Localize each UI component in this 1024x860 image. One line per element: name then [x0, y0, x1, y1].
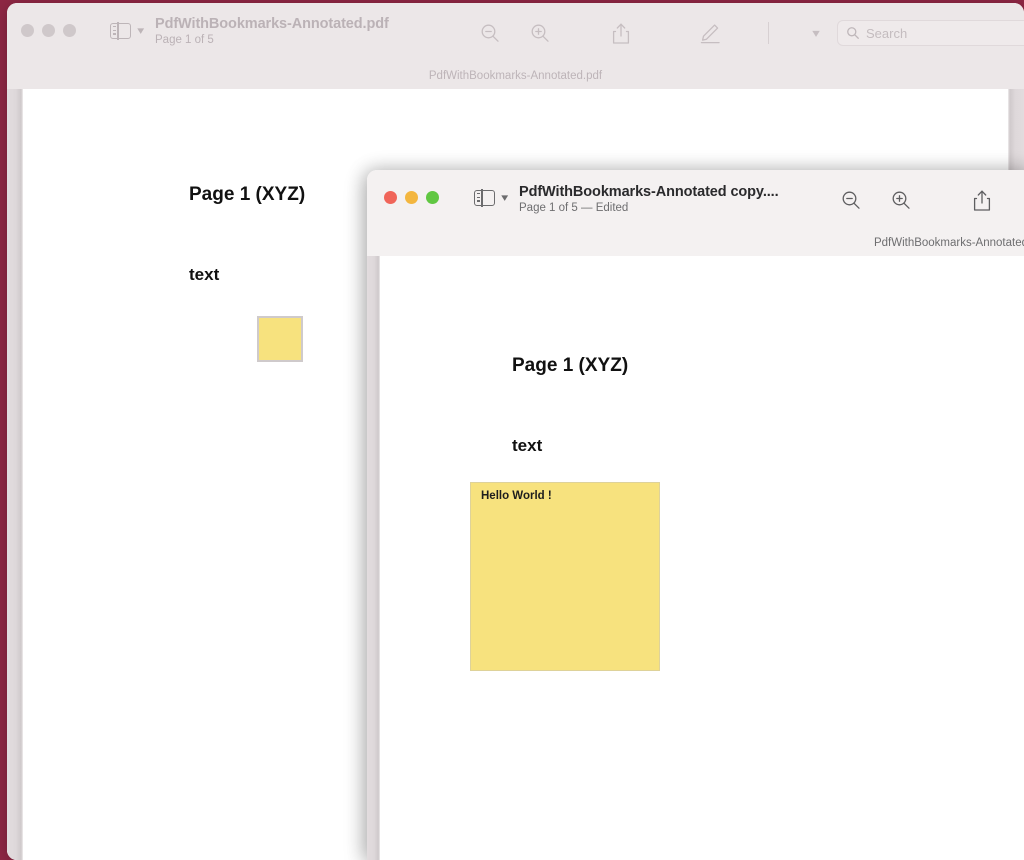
sidebar-toggle-button[interactable]: ▾ [110, 22, 144, 40]
sidebar-icon [110, 22, 131, 40]
window-controls-background[interactable] [21, 24, 76, 37]
zoom-in-icon[interactable] [529, 22, 551, 44]
minimize-button[interactable] [42, 24, 55, 37]
sidebar-toggle-button[interactable]: ▾ [474, 189, 508, 207]
desktop: ▾ PdfWithBookmarks-Annotated.pdf Page 1 … [0, 0, 1024, 860]
foreground-pdf-view[interactable]: Page 1 (XYZ) text Hello World ! [367, 256, 1024, 860]
maximize-button[interactable] [426, 191, 439, 204]
pdf-page-1: Page 1 (XYZ) text Hello World ! [380, 256, 1024, 860]
toolbar-divider [768, 22, 769, 44]
page-body-text: text [512, 436, 543, 455]
expanded-sticky-note[interactable]: Hello World ! [470, 482, 660, 671]
chevron-down-icon[interactable]: ▾ [137, 25, 144, 37]
foreground-pathbar: PdfWithBookmarks-Annotated [367, 234, 1024, 252]
search-placeholder: Search [866, 25, 908, 41]
foreground-toolbar [840, 188, 1024, 212]
sidebar-icon [474, 189, 495, 207]
background-pathbar: PdfWithBookmarks-Annotated.pdf [7, 67, 1024, 85]
foreground-title-block: PdfWithBookmarks-Annotated copy.... Page… [519, 184, 779, 214]
background-window-titlebar: ▾ PdfWithBookmarks-Annotated.pdf Page 1 … [7, 3, 1024, 89]
page-indicator: Page 1 of 5 — Edited [519, 202, 629, 214]
maximize-button[interactable] [63, 24, 76, 37]
document-title: PdfWithBookmarks-Annotated copy.... [519, 184, 779, 200]
pathbar-title: PdfWithBookmarks-Annotated.pdf [428, 70, 603, 82]
close-button[interactable] [21, 24, 34, 37]
page-indicator: Page 1 of 5 [155, 34, 214, 46]
sticky-note-text: Hello World ! [481, 490, 552, 502]
search-input[interactable]: Search [837, 20, 1024, 46]
close-button[interactable] [384, 191, 397, 204]
pdf-left-gutter [7, 89, 23, 860]
background-title-block: PdfWithBookmarks-Annotated.pdf Page 1 of… [155, 16, 389, 46]
zoom-out-icon[interactable] [840, 189, 862, 211]
chevron-down-icon[interactable]: ▾ [501, 192, 508, 204]
share-icon[interactable] [610, 22, 632, 45]
page-heading: Page 1 (XYZ) [189, 184, 306, 205]
minimize-button[interactable] [405, 191, 418, 204]
search-icon [847, 27, 859, 39]
markup-icon[interactable] [698, 21, 724, 45]
chevron-down-icon[interactable]: ▾ [812, 27, 820, 39]
foreground-window-titlebar: ▾ PdfWithBookmarks-Annotated copy.... Pa… [367, 170, 1024, 256]
document-title: PdfWithBookmarks-Annotated.pdf [155, 16, 389, 32]
pdf-left-gutter [367, 256, 380, 860]
zoom-in-icon[interactable] [890, 189, 912, 211]
preview-foreground-window[interactable]: ▾ PdfWithBookmarks-Annotated copy.... Pa… [367, 170, 1024, 860]
window-controls-foreground[interactable] [384, 191, 439, 204]
pathbar-title: PdfWithBookmarks-Annotated [873, 237, 1024, 249]
zoom-out-icon[interactable] [479, 22, 501, 44]
collapsed-sticky-note[interactable] [257, 316, 303, 362]
page-body-text: text [189, 265, 220, 284]
page-heading: Page 1 (XYZ) [512, 355, 629, 376]
share-icon[interactable] [971, 189, 993, 212]
